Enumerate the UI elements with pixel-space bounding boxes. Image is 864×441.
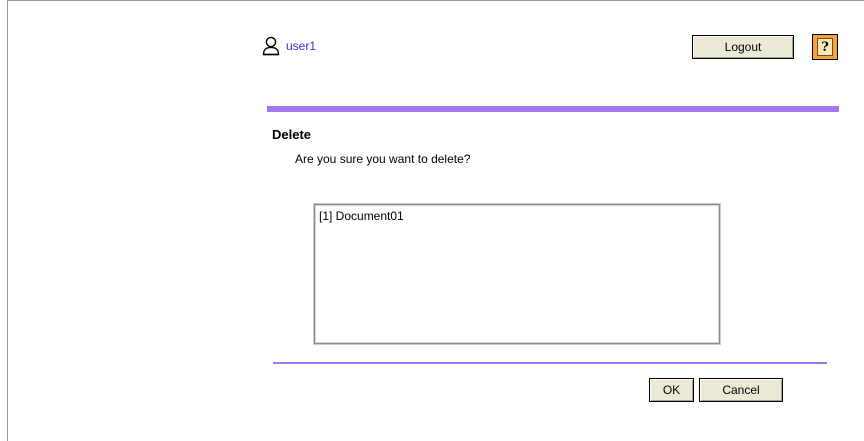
document-list[interactable]: [1] Document01 bbox=[314, 204, 720, 344]
confirm-message: Are you sure you want to delete? bbox=[295, 152, 471, 166]
user-icon bbox=[262, 36, 280, 56]
user-info: user1 bbox=[262, 36, 316, 56]
logout-button[interactable]: Logout bbox=[692, 35, 794, 59]
footer-divider bbox=[273, 362, 827, 364]
help-button[interactable]: ? bbox=[812, 34, 838, 60]
user-name-link[interactable]: user1 bbox=[286, 36, 316, 56]
page-title: Delete bbox=[272, 127, 312, 142]
ok-button[interactable]: OK bbox=[649, 378, 694, 402]
help-icon: ? bbox=[817, 38, 833, 56]
header-divider bbox=[267, 106, 839, 112]
cancel-button[interactable]: Cancel bbox=[699, 378, 783, 402]
list-item[interactable]: [1] Document01 bbox=[319, 208, 715, 224]
page-frame: user1 Logout ? Delete Are you sure you w… bbox=[7, 0, 864, 441]
